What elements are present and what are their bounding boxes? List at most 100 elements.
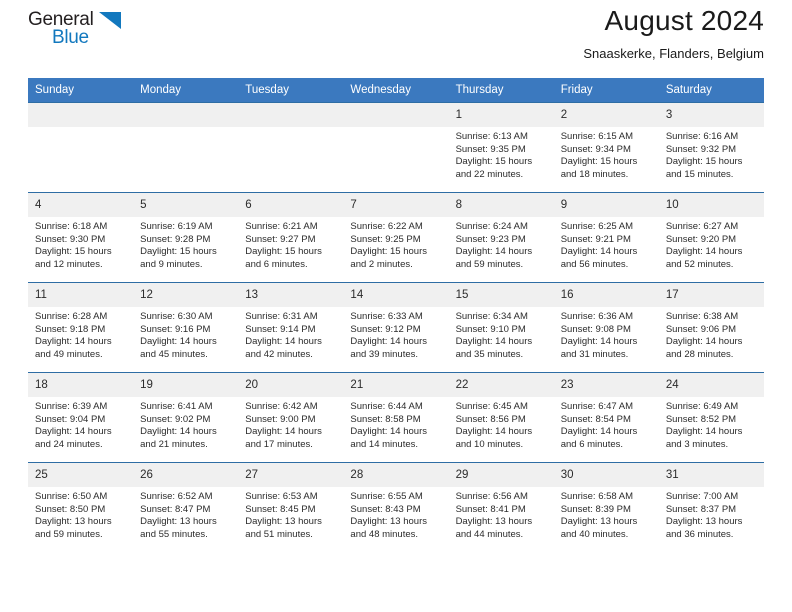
daylight-text-line1: Daylight: 15 hours [245,246,322,258]
sunrise-text: Sunrise: 6:42 AM [245,401,318,412]
calendar-day-cell[interactable]: 1 Sunrise: 6:13 AM Sunset: 9:35 PM Daylight… [448,102,554,193]
calendar-day-cell[interactable]: 16 Sunrise: 6:36 AM Sunset: 9:08 PM Dayligh… [553,282,659,373]
day-number: 31 [658,463,764,487]
day-number: 27 [238,463,344,487]
sunset-text: Sunset: 8:41 PM [455,503,526,515]
sunset-text: Sunset: 9:27 PM [245,233,316,245]
calendar-day-cell[interactable]: 8 Sunrise: 6:24 AM Sunset: 9:23 PM Daylight… [448,192,554,283]
daylight-text-line2: and 56 minutes. [560,258,629,270]
sunrise-text: Sunrise: 6:24 AM [455,221,528,232]
sunset-text: Sunset: 9:16 PM [140,323,211,335]
calendar-day-cell[interactable]: 5 Sunrise: 6:19 AM Sunset: 9:28 PM Daylight… [133,192,239,283]
sunrise-text: Sunrise: 6:44 AM [350,401,423,412]
day-details: Sunrise: 6:44 AM Sunset: 8:58 PM Daylight:… [343,397,448,451]
calendar-day-cell[interactable]: 28 Sunrise: 6:55 AM Sunset: 8:43 PM Dayligh… [343,462,449,553]
calendar-table: Sunday Monday Tuesday Wednesday Thursday… [28,78,764,553]
day-number: 25 [28,463,134,487]
calendar-day-cell[interactable]: 25 Sunrise: 6:50 AM Sunset: 8:50 PM Dayligh… [28,462,134,553]
calendar-day-cell[interactable]: 11 Sunrise: 6:28 AM Sunset: 9:18 PM Dayligh… [28,282,134,373]
calendar-day-cell[interactable]: 27 Sunrise: 6:53 AM Sunset: 8:45 PM Dayligh… [238,462,344,553]
daylight-text-line2: and 35 minutes. [455,348,524,360]
daylight-text-line1: Daylight: 15 hours [665,156,743,168]
sunrise-text: Sunrise: 6:25 AM [560,221,634,232]
calendar-day-cell[interactable]: 9 Sunrise: 6:25 AM Sunset: 9:21 PM Daylight… [553,192,659,283]
sunrise-text: Sunrise: 6:56 AM [455,491,528,502]
daylight-text-line2: and 22 minutes. [455,168,524,180]
sunset-text: Sunset: 9:10 PM [455,323,526,335]
sunset-text: Sunset: 9:34 PM [560,143,631,155]
calendar-day-cell[interactable]: 6 Sunrise: 6:21 AM Sunset: 9:27 PM Daylight… [238,192,344,283]
day-number: 18 [28,373,134,397]
day-details: Sunrise: 6:27 AM Sunset: 9:20 PM Daylight:… [659,217,764,271]
calendar-day-cell[interactable]: 14 Sunrise: 6:33 AM Sunset: 9:12 PM Dayligh… [343,282,449,373]
sunrise-text: Sunrise: 6:33 AM [350,311,423,322]
day-number: 11 [28,283,134,307]
sunset-text: Sunset: 9:12 PM [350,323,421,335]
brand-logo[interactable]: General Blue [28,10,140,48]
sunrise-text: Sunrise: 6:39 AM [35,401,108,412]
calendar-day-cell[interactable]: 15 Sunrise: 6:34 AM Sunset: 9:10 PM Dayligh… [448,282,554,373]
calendar-day-cell[interactable]: 13 Sunrise: 6:31 AM Sunset: 9:14 PM Dayligh… [238,282,344,373]
calendar-body: 1 Sunrise: 6:13 AM Sunset: 9:35 PM Daylight… [28,102,764,553]
calendar-day-cell[interactable]: 10 Sunrise: 6:27 AM Sunset: 9:20 PM Dayligh… [658,192,764,283]
weekday-header-saturday: Saturday [658,78,764,103]
day-details: Sunrise: 6:31 AM Sunset: 9:14 PM Daylight:… [238,307,343,361]
calendar-day-cell[interactable]: 4 Sunrise: 6:18 AM Sunset: 9:30 PM Daylight… [28,192,134,283]
calendar-day-cell[interactable]: 17 Sunrise: 6:38 AM Sunset: 9:06 PM Dayligh… [658,282,764,373]
sunset-text: Sunset: 8:47 PM [140,503,211,515]
calendar-day-cell[interactable]: 23 Sunrise: 6:47 AM Sunset: 8:54 PM Dayligh… [553,372,659,463]
day-number [133,103,239,127]
daylight-text-line2: and 28 minutes. [665,348,734,360]
calendar-day-cell[interactable]: 24 Sunrise: 6:49 AM Sunset: 8:52 PM Dayligh… [658,372,764,463]
sunrise-text: Sunrise: 6:50 AM [35,491,108,502]
daylight-text-line1: Daylight: 14 hours [350,336,427,348]
sunrise-text: Sunrise: 6:21 AM [245,221,318,232]
calendar-day-cell[interactable]: 2 Sunrise: 6:15 AM Sunset: 9:34 PM Daylight… [553,102,659,193]
day-details: Sunrise: 6:30 AM Sunset: 9:16 PM Daylight:… [133,307,238,361]
calendar-day-cell[interactable]: 26 Sunrise: 6:52 AM Sunset: 8:47 PM Dayligh… [133,462,239,553]
sunset-text: Sunset: 9:18 PM [35,323,106,335]
day-number: 23 [553,373,659,397]
calendar-day-cell[interactable]: 12 Sunrise: 6:30 AM Sunset: 9:16 PM Dayligh… [133,282,239,373]
calendar-day-cell[interactable]: 3 Sunrise: 6:16 AM Sunset: 9:32 PM Daylight… [658,102,764,193]
daylight-text-line2: and 2 minutes. [350,258,413,270]
calendar-day-cell[interactable]: 29 Sunrise: 6:56 AM Sunset: 8:41 PM Dayligh… [448,462,554,553]
calendar-day-cell[interactable]: 19 Sunrise: 6:41 AM Sunset: 9:02 PM Dayligh… [133,372,239,463]
sunrise-text: Sunrise: 6:30 AM [140,311,213,322]
title-block: August 2024 Snaaskerke, Flanders, Belgiu… [583,4,764,64]
calendar-day-cell[interactable]: 21 Sunrise: 6:44 AM Sunset: 8:58 PM Dayligh… [343,372,449,463]
day-number: 14 [343,283,449,307]
daylight-text-line2: and 45 minutes. [140,348,208,360]
day-details: Sunrise: 6:41 AM Sunset: 9:02 PM Daylight:… [133,397,238,451]
daylight-text-line1: Daylight: 14 hours [560,336,638,348]
calendar-day-cell[interactable]: 20 Sunrise: 6:42 AM Sunset: 9:00 PM Dayligh… [238,372,344,463]
calendar-day-cell-empty [343,102,449,193]
day-number [343,103,449,127]
calendar-day-cell[interactable]: 7 Sunrise: 6:22 AM Sunset: 9:25 PM Daylight… [343,192,449,283]
weekday-header-thursday: Thursday [448,78,554,103]
calendar-day-cell[interactable]: 18 Sunrise: 6:39 AM Sunset: 9:04 PM Dayligh… [28,372,134,463]
day-details: Sunrise: 6:34 AM Sunset: 9:10 PM Daylight:… [449,307,554,361]
daylight-text-line1: Daylight: 13 hours [455,516,533,528]
day-number: 4 [28,193,134,217]
day-number: 10 [658,193,764,217]
sunrise-text: Sunrise: 6:19 AM [140,221,213,232]
sunrise-text: Sunrise: 6:55 AM [350,491,423,502]
calendar-day-cell[interactable]: 22 Sunrise: 6:45 AM Sunset: 8:56 PM Dayligh… [448,372,554,463]
calendar-day-cell[interactable]: 31 Sunrise: 7:00 AM Sunset: 8:37 PM Dayligh… [658,462,764,553]
page-title: August 2024 [604,5,764,36]
calendar-day-cell[interactable]: 30 Sunrise: 6:58 AM Sunset: 8:39 PM Dayligh… [553,462,659,553]
weekday-header-sunday: Sunday [28,78,134,103]
sunrise-text: Sunrise: 6:49 AM [665,401,739,412]
daylight-text-line2: and 55 minutes. [140,528,208,540]
sunset-text: Sunset: 9:08 PM [560,323,631,335]
day-number: 17 [658,283,764,307]
sunset-text: Sunset: 8:52 PM [665,413,737,425]
daylight-text-line1: Daylight: 13 hours [560,516,638,528]
day-details: Sunrise: 6:45 AM Sunset: 8:56 PM Daylight:… [449,397,554,451]
daylight-text-line1: Daylight: 13 hours [140,516,217,528]
day-number: 15 [448,283,554,307]
day-details: Sunrise: 6:49 AM Sunset: 8:52 PM Daylight:… [659,397,764,451]
location-subtitle: Snaaskerke, Flanders, Belgium [583,46,764,61]
daylight-text-line2: and 36 minutes. [665,528,734,540]
